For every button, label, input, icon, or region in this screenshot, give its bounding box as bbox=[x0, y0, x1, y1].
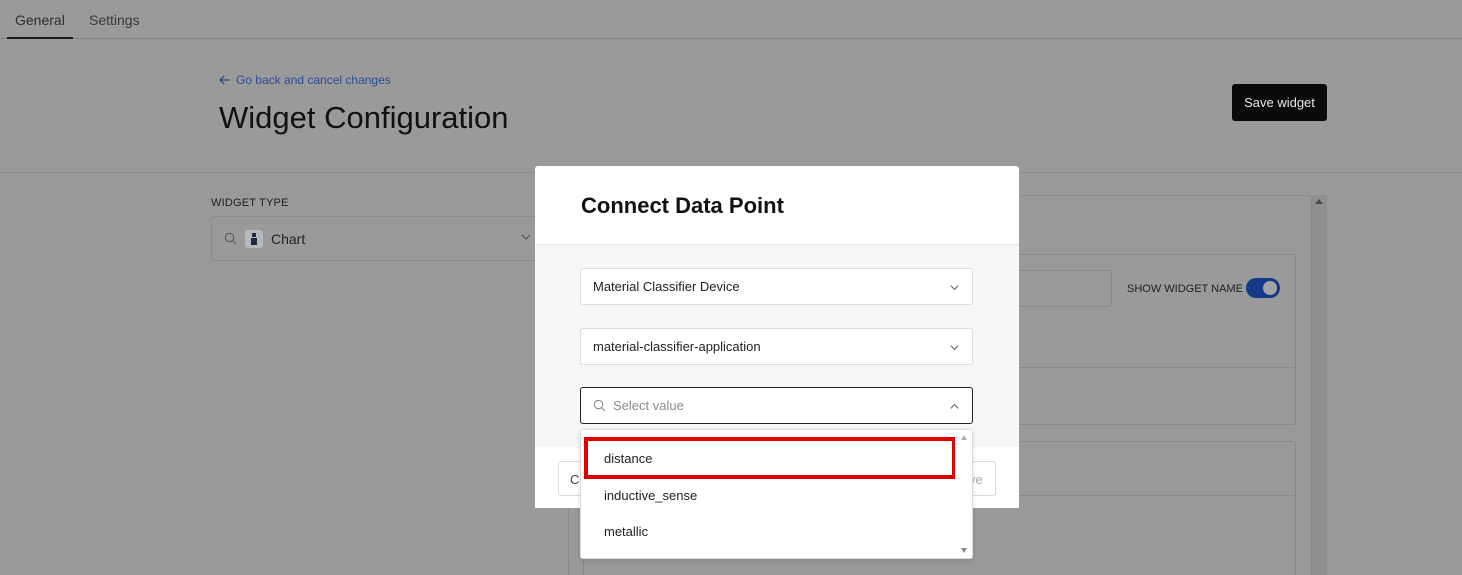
device-select-value: Material Classifier Device bbox=[593, 279, 740, 294]
value-dropdown-list: distance inductive_sense metallic bbox=[580, 429, 973, 559]
list-item[interactable]: inductive_sense bbox=[604, 488, 697, 503]
application-select-value: material-classifier-application bbox=[593, 339, 761, 354]
chart-type-icon bbox=[245, 229, 263, 248]
chevron-down-icon bbox=[950, 345, 959, 351]
modal-title: Connect Data Point bbox=[581, 193, 784, 218]
page-scrollbar[interactable] bbox=[1312, 195, 1327, 575]
arrow-left-icon bbox=[219, 75, 230, 85]
scroll-down-icon[interactable] bbox=[961, 548, 967, 553]
dropdown-scrollbar[interactable] bbox=[955, 430, 972, 558]
chevron-down-icon bbox=[521, 234, 531, 240]
value-select[interactable]: Select value bbox=[580, 387, 973, 424]
value-select-placeholder: Select value bbox=[613, 398, 684, 413]
show-widget-name-label: SHOW WIDGET NAME bbox=[1127, 283, 1243, 295]
modal-header: Connect Data Point bbox=[535, 166, 1019, 245]
search-icon bbox=[224, 232, 237, 245]
widget-type-label: WIDGET TYPE bbox=[211, 197, 289, 209]
page-title: Widget Configuration bbox=[219, 100, 509, 135]
widget-type-value: Chart bbox=[271, 230, 306, 247]
tab-settings[interactable]: Settings bbox=[89, 12, 140, 28]
tab-general[interactable]: General bbox=[7, 12, 73, 39]
scroll-up-icon[interactable] bbox=[961, 435, 967, 440]
page-header: Go back and cancel changes Widget Config… bbox=[0, 40, 1462, 173]
application-select[interactable]: material-classifier-application bbox=[580, 328, 973, 365]
chevron-down-icon bbox=[950, 285, 959, 291]
back-link[interactable]: Go back and cancel changes bbox=[219, 73, 391, 87]
back-link-label: Go back and cancel changes bbox=[236, 73, 391, 87]
modal-body: Material Classifier Device material-clas… bbox=[535, 245, 1019, 447]
device-select[interactable]: Material Classifier Device bbox=[580, 268, 973, 305]
widget-type-select[interactable]: Chart bbox=[211, 216, 541, 261]
save-widget-button[interactable]: Save widget bbox=[1232, 84, 1327, 121]
list-item[interactable]: metallic bbox=[604, 524, 648, 539]
list-item[interactable]: distance bbox=[604, 451, 652, 466]
show-widget-name-toggle[interactable] bbox=[1246, 278, 1280, 298]
chevron-up-icon bbox=[950, 403, 959, 409]
scroll-up-icon[interactable] bbox=[1315, 199, 1323, 204]
search-icon bbox=[593, 399, 606, 412]
tab-bar: General Settings bbox=[0, 0, 1462, 39]
